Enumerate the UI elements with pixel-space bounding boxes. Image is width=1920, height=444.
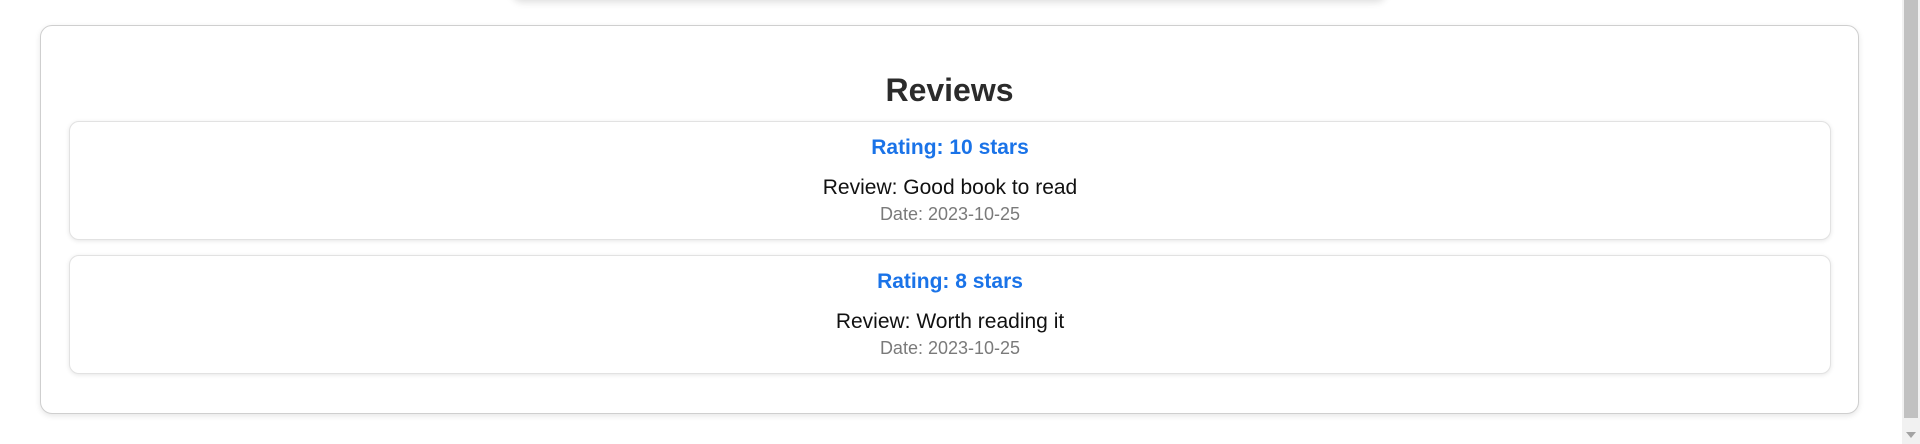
review-text: Review: Worth reading it: [835, 310, 1065, 333]
vertical-scrollbar[interactable]: [1902, 0, 1920, 444]
review-rating: Rating: 10 stars: [871, 136, 1029, 159]
review-date: Date: 2023-10-25: [879, 204, 1021, 224]
review-rating: Rating: 8 stars: [877, 270, 1023, 293]
review-text: Review: Good book to read: [822, 176, 1078, 199]
review-card: Rating: 8 stars Review: Worth reading it…: [69, 255, 1831, 374]
scrollbar-thumb[interactable]: [1904, 0, 1918, 418]
reviews-title: Reviews: [885, 72, 1014, 108]
scroll-down-arrow-icon[interactable]: [1906, 432, 1916, 438]
review-date: Date: 2023-10-25: [879, 338, 1021, 358]
review-card: Rating: 10 stars Review: Good book to re…: [69, 121, 1831, 240]
page-viewport: Reviews Rating: 10 stars Review: Good bo…: [0, 0, 1920, 444]
reviews-panel: Reviews Rating: 10 stars Review: Good bo…: [40, 25, 1859, 414]
